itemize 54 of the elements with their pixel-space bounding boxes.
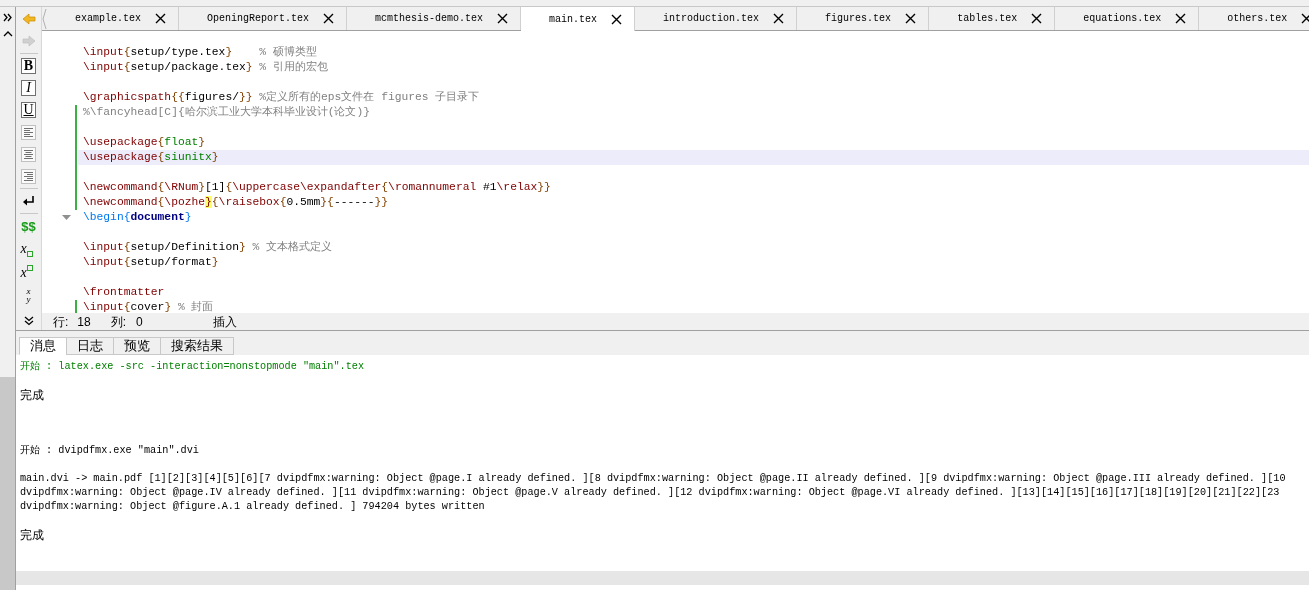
double-chevron-down-icon[interactable] [23, 316, 34, 326]
superscript-button[interactable]: x [20, 264, 37, 282]
chevron-up-icon[interactable] [2, 30, 13, 37]
close-icon[interactable] [905, 13, 917, 24]
code-line: \newcommand{\RNum}[1]{\uppercase\expandafter{\romannumeral #1\relax}} [83, 181, 551, 193]
code-line: \input{setup/format} [83, 256, 219, 268]
code-line: \input{setup/type.tex} % 硕博类型 [83, 46, 317, 58]
bold-button[interactable]: B [21, 58, 36, 74]
code-line: \usepackage{float} [83, 136, 206, 148]
code-line: \input{setup/Definition} % 文本格式定义 [83, 241, 333, 253]
close-icon[interactable] [1301, 13, 1309, 24]
code-line: \newcommand{\pozhe}{\raisebox{0.5mm}{------}} [83, 196, 389, 208]
italic-button[interactable]: I [21, 80, 36, 96]
underline-button[interactable]: U [21, 102, 36, 118]
align-center-icon[interactable] [21, 146, 36, 162]
align-right-icon[interactable] [21, 168, 36, 184]
close-icon[interactable] [1031, 13, 1043, 24]
close-icon[interactable] [611, 13, 623, 25]
close-icon[interactable] [773, 13, 785, 24]
command-line: 开始 : latex.exe -src -interaction=nonstopmode "main".tex [20, 360, 365, 374]
close-icon[interactable] [1175, 13, 1187, 24]
code-line: \begin{document} [83, 211, 192, 223]
code-line: \frontmatter [83, 286, 165, 298]
close-icon[interactable] [497, 13, 509, 24]
fold-arrow-icon[interactable] [62, 214, 71, 221]
double-chevron-right-icon[interactable] [2, 13, 13, 22]
scrollbar-track[interactable] [16, 571, 1309, 585]
subscript-button[interactable]: x [20, 240, 37, 258]
return-arrow-icon[interactable] [21, 195, 36, 207]
insert-mode-label: 插入 [212, 313, 237, 331]
column-label: 列: [110, 313, 127, 331]
fraction-button[interactable]: x y [26, 287, 31, 303]
output-tab[interactable]: 搜索结果 [160, 337, 234, 355]
output-tab[interactable]: 日志 [66, 337, 114, 355]
code-line: %\fancyhead[C]{哈尔滨工业大学本科毕业设计(论文)} [83, 106, 371, 118]
result-text: 完成 [20, 388, 44, 402]
line-number: 18 [77, 313, 91, 331]
code-line: \graphicspath{{figures/}} %定义所有的eps文件在 figures 子目录下 [83, 91, 480, 103]
command-line: 开始 : dvipdfmx.exe "main".dvi [20, 444, 200, 458]
output-tab[interactable]: 预览 [113, 337, 161, 355]
placeholder-box-icon [26, 251, 33, 257]
result-text: 完成 [20, 528, 44, 542]
code-line: \usepackage{siunitx} [83, 151, 219, 163]
close-icon[interactable] [155, 13, 166, 24]
log-text: main.dvi -> main.pdf [1][2][3][4][5][6][7 dvipdfmx:warning: Object @page.I already defined. ][8 dvipdfmx:warning: Object @page.II already defined. ][9 dvipdfmx:warning: Object @page.III already defined. ][10 dvipdfmx:warning: Object @page.IV already defined. ][11 dvipdfmx:warning: Object @page.V already defined. ][12 dvipdfmx:warning: Object @page.VI already defined. ][13][14][15][16][17][18][19][20][21][22][23 dvipdfmx:warning: Object @figure.A.1 already defined. ] 794204 bytes written [20, 472, 1287, 514]
column-number: 0 [136, 313, 143, 331]
line-label: 行: [53, 313, 69, 331]
placeholder-box-icon [26, 265, 33, 271]
code-line: \input{cover} % 封面 [83, 301, 214, 313]
output-tab[interactable]: 消息 [19, 337, 67, 355]
code-line: \input{setup/package.tex} % 引用的宏包 [83, 61, 328, 73]
file-tab[interactable]: main.tex [521, 7, 636, 31]
close-icon[interactable] [323, 13, 335, 24]
align-left-icon[interactable] [21, 124, 36, 140]
